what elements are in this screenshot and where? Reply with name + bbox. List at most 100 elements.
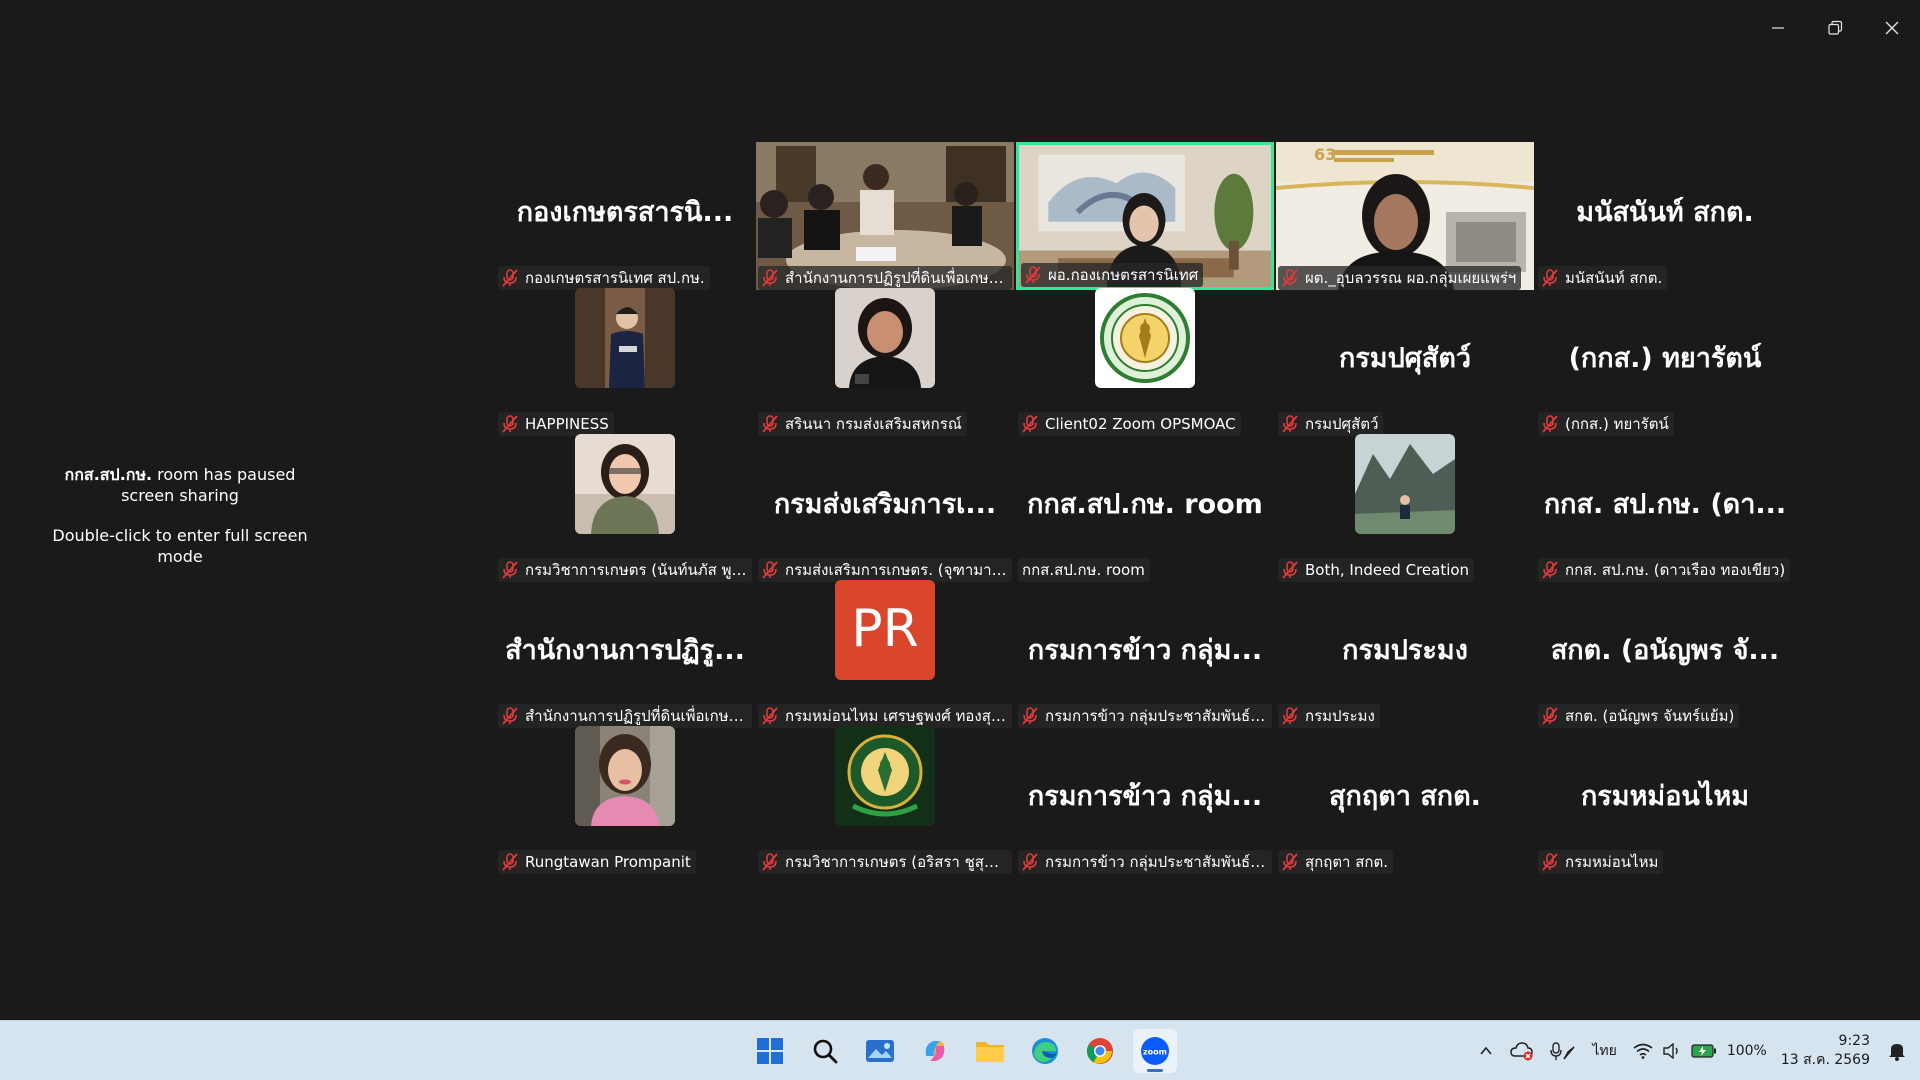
onedrive-status[interactable] — [1510, 1041, 1534, 1061]
microphone-muted-icon — [1282, 853, 1298, 871]
participant-name-label: กรมส่งเสริมการเกษตร. (จุฑามาศ กรี... — [758, 558, 1012, 582]
participant-name: มนัสนันท์ สกต. — [1565, 269, 1663, 287]
microphone-muted-icon — [1542, 415, 1558, 433]
location-mic-status[interactable] — [1550, 1041, 1576, 1061]
participant-name-label: สรินนา กรมส่งเสริมสหกรณ์ — [758, 412, 967, 436]
notifications-button[interactable] — [1888, 1041, 1906, 1061]
participant-display-name: กรมการข้าว กลุ่ม... — [1027, 781, 1263, 812]
participant-tile[interactable]: กรมปศุสัตว์ กรมปศุสัตว์ — [1276, 288, 1534, 436]
participant-tile[interactable]: สกต. (อนัญพร จั... สกต. (อนัญพร จันทร์แย้… — [1536, 580, 1794, 728]
restore-button[interactable] — [1806, 0, 1863, 56]
participant-tile[interactable]: กรมการข้าว กลุ่ม... กรมการข้าว กลุ่มประชา… — [1016, 726, 1274, 874]
participant-tile[interactable]: สำนักงานการปฏิรูปที่ดินเพื่อเกษตรก... — [756, 142, 1014, 290]
participant-tile[interactable]: Client02 Zoom OPSMOAC — [1016, 288, 1274, 436]
participant-tile[interactable]: กรมวิชาการเกษตร (นันท์นภัส พูลสวั... — [496, 434, 754, 582]
participant-tile[interactable]: สำนักงานการปฏิรู... สำนักงานการปฏิรูปที่ด… — [496, 580, 754, 728]
participant-tile[interactable]: มนัสนันท์ สกต. มนัสนันท์ สกต. — [1536, 142, 1794, 290]
participant-name-label: สกต. (อนัญพร จันทร์แย้ม) — [1538, 704, 1740, 728]
participant-display-name: กรมการข้าว กลุ่ม... — [1027, 635, 1263, 666]
photos-button[interactable] — [858, 1029, 902, 1073]
participant-tile[interactable]: สรินนา กรมส่งเสริมสหกรณ์ — [756, 288, 1014, 436]
file-explorer-button[interactable] — [968, 1029, 1012, 1073]
participant-tile[interactable]: กรมวิชาการเกษตร (อริสรา ชูสุวรรณ) — [756, 726, 1014, 874]
participant-name: สกต. (อนัญพร จันทร์แย้ม) — [1565, 707, 1735, 725]
participant-tile[interactable]: สุกฤตา สกต. สุกฤตา สกต. — [1276, 726, 1534, 874]
participant-name-label: สำนักงานการปฏิรูปที่ดินเพื่อเกษตรก... — [758, 266, 1012, 290]
participant-tile[interactable]: ผอ.กองเกษตรสารนิเทศ — [1016, 142, 1274, 290]
participant-name: กรมปศุสัตว์ — [1305, 415, 1379, 433]
participant-tile[interactable]: Rungtawan Prompanit — [496, 726, 754, 874]
participant-name: HAPPINESS — [525, 415, 609, 433]
participant-name: กรมส่งเสริมการเกษตร. (จุฑามาศ กรี... — [785, 561, 1007, 579]
edge-icon — [1032, 1038, 1058, 1064]
participant-tile[interactable]: กรมหม่อนไหม กรมหม่อนไหม — [1536, 726, 1794, 874]
participant-name: กรมการข้าว กลุ่มประชาสัมพันธ์ (กวิ... — [1045, 707, 1267, 725]
clock[interactable]: 9:23 13 ส.ค. 2569 — [1781, 1032, 1870, 1070]
participant-name-label: กรมวิชาการเกษตร (นันท์นภัส พูลสวั... — [498, 558, 752, 582]
participant-display-name: กรมประมง — [1342, 635, 1468, 666]
participant-name-label: กกส. สป.กษ. (ดาวเรือง ทองเขียว) — [1538, 558, 1791, 582]
participant-name: ผต._อุบลวรรณ ผอ.กลุ่มเผยแพร่ฯ — [1305, 269, 1517, 287]
participant-name: กกส.สป.กษ. room — [1022, 561, 1145, 579]
microphone-muted-icon — [1282, 415, 1298, 433]
participant-tile[interactable]: กกส. สป.กษ. (ดา... กกส. สป.กษ. (ดาวเรือง … — [1536, 434, 1794, 582]
participant-avatar — [1095, 288, 1195, 388]
participant-name-label: Both, Indeed Creation — [1278, 558, 1475, 582]
participant-tile[interactable]: (กกส.) ทยารัตน์ (กกส.) ทยารัตน์ — [1536, 288, 1794, 436]
system-tray: ไทย 100% 9:23 13 ส.ค. 2569 — [1470, 1021, 1920, 1080]
chrome-icon — [1086, 1038, 1113, 1064]
participant-tile[interactable]: กองเกษตรสารนิ... กองเกษตรสารนิเทศ สป.กษ. — [496, 142, 754, 290]
participant-tile[interactable]: กรมส่งเสริมการเ... กรมส่งเสริมการเกษตร. (… — [756, 434, 1014, 582]
participant-tile[interactable]: กรมประมง กรมประมง — [1276, 580, 1534, 728]
participant-name: (กกส.) ทยารัตน์ — [1565, 415, 1669, 433]
participant-tile[interactable]: HAPPINESS — [496, 288, 754, 436]
search-button[interactable] — [803, 1029, 847, 1073]
microphone-muted-icon — [762, 415, 778, 433]
zoom-button[interactable]: zoom — [1133, 1029, 1177, 1073]
participant-name: กรมหม่อนไหม — [1565, 853, 1659, 871]
participant-name-label: กรมหม่อนไหม — [1538, 850, 1664, 874]
participant-tile[interactable]: PR กรมหม่อนไหม เศรษฐพงศ์ ทองสุข น... — [756, 580, 1014, 728]
clock-date: 13 ส.ค. 2569 — [1780, 1052, 1870, 1068]
battery-percent: 100% — [1726, 1043, 1767, 1059]
initials-avatar: PR — [835, 580, 935, 680]
taskbar: zoom ไทย 100% 9:23 13 ส.ค. 2569 — [0, 1020, 1920, 1080]
participant-display-name: กกส. สป.กษ. (ดา... — [1543, 489, 1787, 520]
microphone-muted-icon — [1542, 561, 1558, 579]
edge-button[interactable] — [1023, 1029, 1067, 1073]
fullscreen-hint: Double-click to enter full screen mode — [52, 526, 308, 566]
participant-name: กรมประมง — [1305, 707, 1375, 725]
close-button[interactable] — [1863, 0, 1920, 56]
participant-name-label: ผอ.กองเกษตรสารนิเทศ — [1021, 263, 1204, 287]
photos-icon — [866, 1040, 894, 1062]
input-language[interactable]: ไทย — [1592, 1040, 1616, 1062]
microphone-muted-icon — [1025, 266, 1041, 284]
chrome-button[interactable] — [1078, 1029, 1122, 1073]
microphone-muted-icon — [762, 853, 778, 871]
microphone-muted-icon — [762, 269, 778, 287]
microphone-muted-icon — [502, 707, 518, 725]
svg-text:zoom: zoom — [1143, 1048, 1167, 1057]
window-controls — [1749, 0, 1920, 56]
microphone-muted-icon — [502, 269, 518, 287]
participant-name: สรินนา กรมส่งเสริมสหกรณ์ — [785, 415, 962, 433]
participant-tile[interactable]: Both, Indeed Creation — [1276, 434, 1534, 582]
microphone-muted-icon — [1022, 707, 1038, 725]
wifi-icon — [1633, 1043, 1653, 1059]
participant-name-label: ผต._อุบลวรรณ ผอ.กลุ่มเผยแพร่ฯ — [1278, 266, 1522, 290]
minimize-button[interactable] — [1749, 0, 1806, 56]
start-button[interactable] — [748, 1029, 792, 1073]
microphone-muted-icon — [1282, 269, 1298, 287]
participant-avatar — [835, 726, 935, 826]
participant-tile[interactable]: กกส.สป.กษ. room กกส.สป.กษ. room — [1016, 434, 1274, 582]
microphone-muted-icon — [1282, 561, 1298, 579]
participant-tile[interactable]: 63 ผต._อุบลวรรณ ผอ.กลุ่มเผยแพร่ฯ — [1276, 142, 1534, 290]
copilot-button[interactable] — [913, 1029, 957, 1073]
network-volume-battery[interactable]: 100% — [1633, 1043, 1767, 1059]
show-hidden-icons-button[interactable] — [1478, 1043, 1494, 1059]
chevron-up-icon — [1480, 1046, 1492, 1055]
paused-sharing-message[interactable]: กกส.สป.กษ. room has paused screen sharin… — [44, 464, 316, 567]
participant-name-label: (กกส.) ทยารัตน์ — [1538, 412, 1674, 436]
copilot-icon — [925, 1041, 945, 1061]
participant-tile[interactable]: กรมการข้าว กลุ่ม... กรมการข้าว กลุ่มประชา… — [1016, 580, 1274, 728]
